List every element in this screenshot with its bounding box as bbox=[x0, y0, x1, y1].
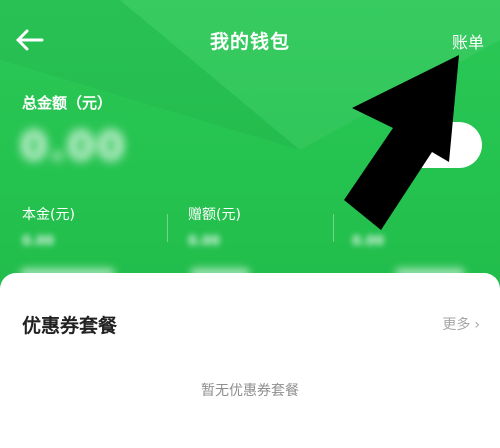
bonus-block: 赠额(元) 0.00 bbox=[188, 204, 241, 249]
principal-value: 0.00 bbox=[22, 234, 55, 249]
total-amount-value: 0.00 bbox=[20, 124, 127, 170]
divider bbox=[333, 214, 334, 242]
wallet-screen: 我的钱包 账单 总金额（元） 0.00 本金(元) 0.00 赠额(元) 0.0… bbox=[0, 0, 500, 448]
coupon-section-title: 优惠券套餐 bbox=[22, 315, 118, 337]
third-balance-value: 0.00 bbox=[352, 234, 385, 249]
bonus-value: 0.00 bbox=[188, 234, 221, 249]
chevron-right-icon: › bbox=[474, 317, 480, 333]
page-title: 我的钱包 bbox=[209, 31, 290, 53]
top-bar: 我的钱包 账单 bbox=[0, 0, 500, 80]
third-balance-block: 元) 0.00 bbox=[352, 204, 389, 249]
empty-state-text: 暂无优惠券套餐 bbox=[201, 383, 299, 399]
third-balance-label: 元) bbox=[370, 207, 390, 223]
more-label: 更多 bbox=[442, 317, 471, 333]
bonus-label: 赠额(元) bbox=[188, 207, 241, 223]
principal-label: 本金(元) bbox=[22, 207, 75, 223]
coupon-package-card: 优惠券套餐 更多 › 暂无优惠券套餐 bbox=[0, 273, 500, 448]
principal-block: 本金(元) 0.00 bbox=[22, 204, 75, 249]
total-amount-label: 总金额（元） bbox=[22, 94, 113, 112]
recharge-button[interactable] bbox=[398, 122, 482, 168]
wallet-header-panel: 我的钱包 账单 总金额（元） 0.00 本金(元) 0.00 赠额(元) 0.0… bbox=[0, 0, 500, 300]
divider bbox=[167, 214, 168, 242]
more-link[interactable]: 更多 › bbox=[442, 314, 480, 334]
bill-link[interactable]: 账单 bbox=[452, 29, 484, 53]
